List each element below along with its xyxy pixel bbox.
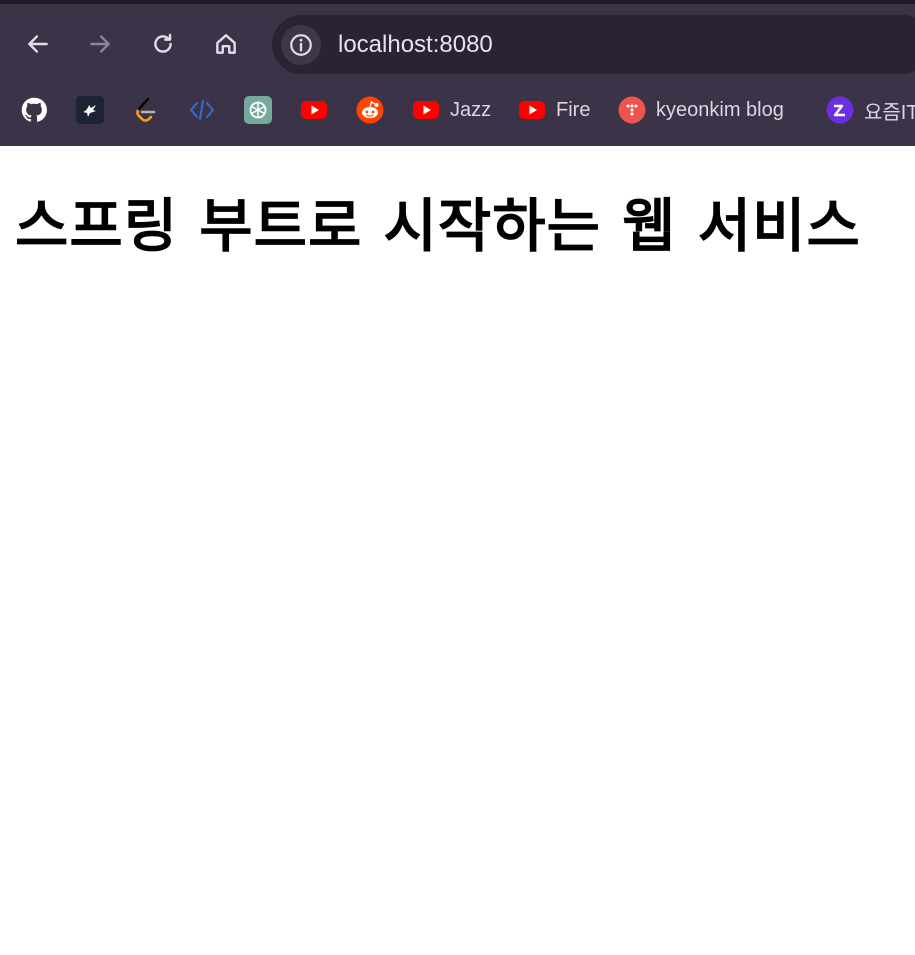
home-icon bbox=[216, 34, 236, 54]
dots-icon bbox=[618, 96, 646, 124]
home-button[interactable] bbox=[206, 24, 246, 64]
bookmark-fire[interactable]: Fire bbox=[518, 94, 590, 126]
bookmark-kyeonkim-blog[interactable]: kyeonkim blog bbox=[618, 94, 784, 126]
youtube-icon bbox=[412, 96, 440, 124]
yozm-icon bbox=[826, 96, 854, 124]
url-text[interactable]: localhost:8080 bbox=[338, 30, 493, 60]
bookmark-leetcode[interactable] bbox=[132, 94, 160, 126]
bookmark-bird[interactable] bbox=[76, 94, 104, 126]
address-bar[interactable]: localhost:8080 bbox=[272, 15, 915, 74]
back-button[interactable] bbox=[18, 24, 58, 64]
bookmark-github[interactable] bbox=[20, 94, 48, 126]
reload-button[interactable] bbox=[143, 24, 183, 64]
youtube-icon bbox=[518, 96, 546, 124]
code-brackets-icon bbox=[188, 96, 216, 124]
bookmark-label: Fire bbox=[556, 98, 591, 121]
reload-icon bbox=[154, 33, 172, 53]
bookmark-label: Jazz bbox=[450, 98, 492, 121]
page-content: 스프링 부트로 시작하는 웹 서비스 bbox=[0, 146, 915, 955]
page-title: 스프링 부트로 시작하는 웹 서비스 bbox=[15, 192, 861, 260]
bookmark-reddit[interactable] bbox=[356, 94, 384, 126]
bookmark-youtube[interactable] bbox=[300, 94, 328, 126]
browser-chrome: localhost:8080 Jazz Fire kyeonkim blog 요… bbox=[0, 0, 915, 146]
leetcode-icon bbox=[132, 96, 160, 124]
bookmarks-bar: Jazz Fire kyeonkim blog 요즘IT bbox=[0, 84, 915, 136]
bookmark-code[interactable] bbox=[188, 94, 216, 126]
info-icon bbox=[290, 34, 312, 56]
chatgpt-icon bbox=[244, 96, 272, 124]
bookmark-chatgpt[interactable] bbox=[244, 94, 272, 126]
site-info-button[interactable] bbox=[281, 25, 321, 65]
github-icon bbox=[20, 96, 48, 124]
arrow-left-icon bbox=[28, 35, 48, 53]
arrow-right-icon bbox=[90, 35, 110, 53]
bookmark-yozm-it[interactable]: 요즘IT bbox=[826, 94, 915, 126]
forward-button[interactable] bbox=[80, 24, 120, 64]
youtube-icon bbox=[300, 96, 328, 124]
bookmark-jazz[interactable]: Jazz bbox=[412, 94, 491, 126]
bird-icon bbox=[76, 96, 104, 124]
bookmark-label: kyeonkim blog bbox=[656, 98, 784, 121]
navigation-toolbar: localhost:8080 bbox=[0, 4, 915, 84]
reddit-icon bbox=[356, 96, 384, 124]
bookmark-label: 요즘IT bbox=[864, 101, 915, 124]
